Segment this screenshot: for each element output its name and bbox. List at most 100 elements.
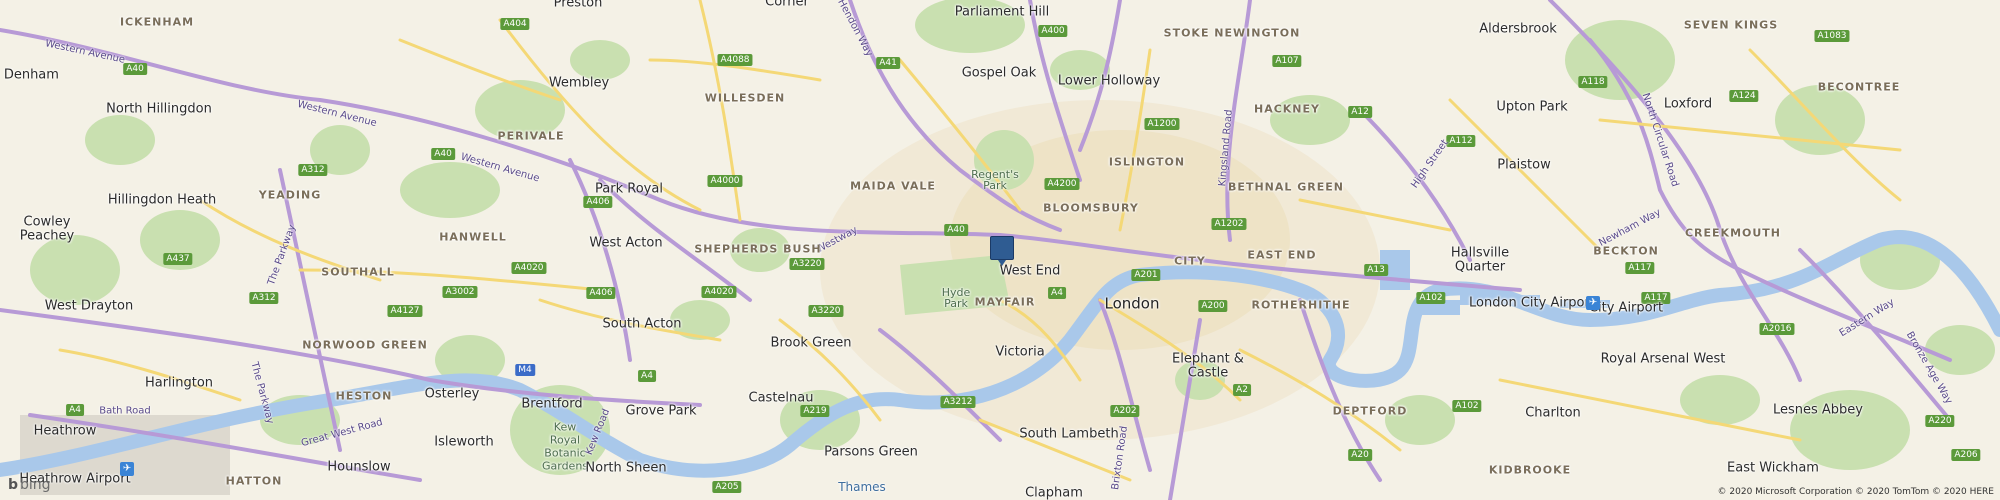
place-upton-park: Upton Park	[1496, 99, 1568, 115]
road-shield-a404: A404	[500, 18, 530, 30]
place-yeading: YEADING	[258, 188, 322, 202]
place-botanic: Botanic	[544, 446, 586, 460]
place-london: London	[1104, 294, 1160, 313]
road-shield-a4020-2: A4020	[701, 286, 737, 298]
place-seven-kings: SEVEN KINGS	[1683, 18, 1779, 32]
road-shield-a202: A202	[1110, 405, 1140, 417]
place-hallsville: Hallsville	[1450, 245, 1510, 261]
place-royal: Royal	[549, 433, 581, 447]
place-loxford: Loxford	[1663, 96, 1713, 112]
bing-logo-text: bing	[20, 477, 51, 493]
place-hillingdon-heath: Hillingdon Heath	[107, 192, 217, 208]
road-shield-a312: A312	[298, 164, 328, 176]
road-shield-a205: A205	[712, 481, 742, 493]
location-pin-icon[interactable]	[990, 236, 1014, 266]
place-corner: Corner	[765, 0, 809, 10]
road-shield-a406-2: A406	[586, 287, 616, 299]
road-shield-a117: A117	[1625, 262, 1655, 274]
place-creekmouth: CREEKMOUTH	[1684, 226, 1782, 240]
road-shield-a4000: A4000	[707, 175, 743, 187]
road-shield-a124: A124	[1729, 90, 1759, 102]
place-parsons-green: Parsons Green	[824, 444, 918, 460]
place-norwood-green: NORWOOD GREEN	[302, 338, 428, 352]
road-shield-a2: A2	[1233, 384, 1251, 396]
road-shield-a3220-2: A3220	[808, 305, 844, 317]
bing-b-icon: b	[8, 477, 19, 493]
place-hyde-park: Hyde Park	[941, 286, 971, 310]
place-lower-holloway: Lower Holloway	[1057, 73, 1161, 89]
road-shield-a107: A107	[1272, 55, 1302, 67]
road-shield-a41: A41	[876, 57, 900, 69]
place-east-end: EAST END	[1247, 248, 1317, 262]
place-brook-green: Brook Green	[770, 335, 852, 351]
road-shield-a400: A400	[1038, 25, 1068, 37]
place-london-city-airport: London City Airport	[1469, 295, 1595, 311]
place-gospel-oak: Gospel Oak	[961, 65, 1037, 81]
place-willesden: WILLESDEN	[704, 91, 786, 105]
place-maida-vale: MAIDA VALE	[850, 179, 936, 193]
place-west-acton: West Acton	[589, 235, 663, 251]
place-lesnes-abbey: Lesnes Abbey	[1772, 402, 1864, 418]
place-park-royal: Park Royal	[595, 181, 663, 197]
place-gardens: Gardens	[541, 459, 589, 473]
place-ickenham: ICKENHAM	[119, 15, 195, 29]
place-perivale: PERIVALE	[497, 129, 565, 143]
place-hatton: HATTON	[225, 474, 283, 488]
road-shield-a312-2: A312	[249, 292, 279, 304]
road-shield-a1202: A1202	[1211, 218, 1247, 230]
road-shield-a13: A13	[1364, 264, 1388, 276]
place-south-lambeth: South Lambeth	[1019, 426, 1119, 442]
place-hanwell: HANWELL	[439, 230, 507, 244]
place-quarter: Quarter	[1454, 259, 1506, 275]
road-shield-a219: A219	[800, 405, 830, 417]
place-charlton: Charlton	[1525, 405, 1581, 421]
road-shield-a40-3: A40	[944, 224, 968, 236]
map-canvas[interactable]: A404 A40 A4088 A41 A400 A107 A1083 A118 …	[0, 0, 2000, 500]
place-heathrow: Heathrow	[33, 423, 97, 439]
place-city: CITY	[1174, 254, 1206, 268]
place-elephant-castle: Elephant &	[1172, 351, 1244, 367]
road-shield-a2016: A2016	[1759, 323, 1795, 335]
airport-icon: ✈	[120, 462, 134, 476]
road-shield-a3212: A3212	[940, 396, 976, 408]
place-new-denham: ew Denham	[0, 67, 59, 83]
road-shield-a4: A4	[1048, 287, 1066, 299]
place-west-end: West End	[999, 263, 1061, 279]
place-hounslow: Hounslow	[327, 459, 391, 475]
road-shield-a3002: A3002	[442, 286, 478, 298]
place-preston: Preston	[553, 0, 603, 11]
place-city-airport: City Airport	[1588, 300, 1664, 316]
place-victoria: Victoria	[995, 344, 1045, 360]
road-shield-a406: A406	[583, 196, 613, 208]
place-kew: Kew	[553, 420, 577, 434]
place-royal-arsenal-west: Royal Arsenal West	[1600, 351, 1726, 367]
place-cowley: Cowley	[23, 214, 71, 230]
road-shield-a220: A220	[1925, 415, 1955, 427]
bing-logo[interactable]: b bing	[8, 477, 51, 493]
copyright-text: © 2020 Microsoft Corporation © 2020 TomT…	[1717, 487, 1994, 497]
place-osterley: Osterley	[424, 386, 480, 402]
road-shield-a102: A102	[1416, 292, 1446, 304]
road-shield-a4020: A4020	[511, 262, 547, 274]
place-parliament-hill: Parliament Hill	[954, 4, 1050, 20]
place-aldersbrook: Aldersbrook	[1479, 21, 1557, 37]
place-peachey: Peachey	[19, 228, 75, 244]
place-brentford: Brentford	[521, 396, 583, 412]
place-stoke-newington: STOKE NEWINGTON	[1163, 26, 1301, 40]
place-rotherhithe: ROTHERHITHE	[1251, 298, 1351, 312]
place-hackney: HACKNEY	[1253, 102, 1321, 116]
place-grove-park: Grove Park	[625, 403, 697, 419]
road-shield-a4088: A4088	[717, 54, 753, 66]
place-plaistow: Plaistow	[1497, 157, 1551, 173]
place-south-acton: South Acton	[602, 316, 682, 332]
road-shield-a40: A40	[123, 63, 147, 75]
road-shield-a201: A201	[1131, 269, 1161, 281]
road-shield-a112: A112	[1446, 135, 1476, 147]
place-bloomsbury: BLOOMSBURY	[1043, 201, 1139, 215]
road-shield-a20: A20	[1348, 449, 1372, 461]
place-mayfair: MAYFAIR	[974, 295, 1036, 309]
place-north-sheen: North Sheen	[585, 460, 667, 476]
place-bethnal-green: BETHNAL GREEN	[1228, 180, 1344, 194]
place-beckton: BECKTON	[1593, 244, 1659, 258]
road-shield-a1083: A1083	[1814, 30, 1850, 42]
